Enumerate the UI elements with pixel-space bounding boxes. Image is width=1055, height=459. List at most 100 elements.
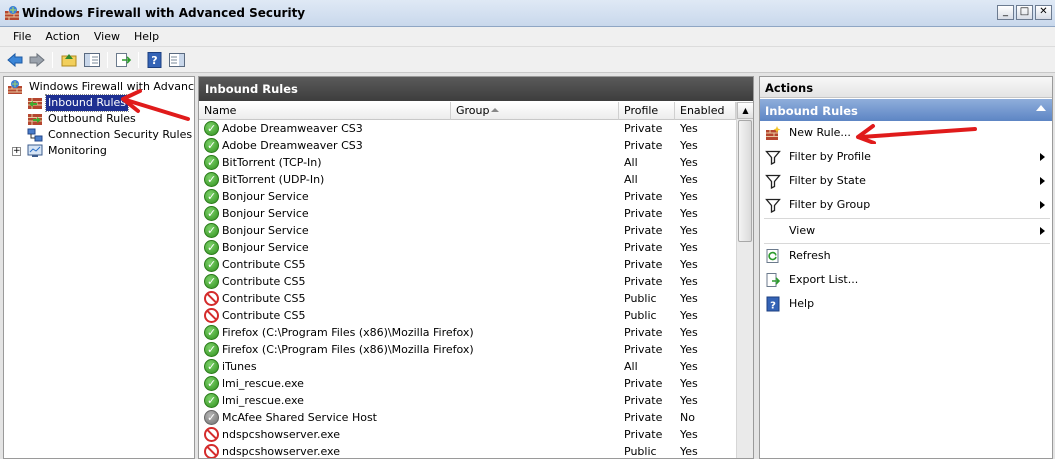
table-row[interactable]: Bonjour Service Private Yes: [199, 239, 736, 256]
cell-enabled: Yes: [680, 207, 698, 220]
table-row[interactable]: Adobe Dreamweaver CS3 Private Yes: [199, 137, 736, 154]
action-filter-by-group[interactable]: Filter by Group: [760, 194, 1052, 216]
table-row[interactable]: Bonjour Service Private Yes: [199, 222, 736, 239]
cell-name: lmi_rescue.exe: [222, 377, 304, 390]
tree-label-outbound-rules: Outbound Rules: [48, 112, 136, 125]
action-help[interactable]: ? Help: [760, 293, 1052, 315]
tree-item-monitoring[interactable]: + Monitoring: [12, 143, 194, 159]
table-row[interactable]: Contribute CS5 Private Yes: [199, 273, 736, 290]
action-refresh[interactable]: Refresh: [760, 245, 1052, 267]
action-filter-by-profile[interactable]: Filter by Profile: [760, 146, 1052, 168]
tree-root[interactable]: Windows Firewall with Advanced S: [7, 79, 194, 95]
action-export-list[interactable]: Export List...: [760, 269, 1052, 291]
cell-enabled: No: [680, 411, 695, 424]
export-list-icon[interactable]: [114, 51, 132, 69]
cell-name: lmi_rescue.exe: [222, 394, 304, 407]
menu-file[interactable]: File: [6, 27, 38, 46]
up-folder-icon[interactable]: [60, 51, 78, 69]
table-row[interactable]: ndspcshowserver.exe Public Yes: [199, 443, 736, 458]
tree-label-monitoring: Monitoring: [48, 144, 107, 157]
svg-text:?: ?: [770, 301, 776, 312]
collapse-caret-icon[interactable]: [1036, 105, 1046, 111]
action-view[interactable]: View: [760, 220, 1052, 242]
cell-enabled: Yes: [680, 292, 698, 305]
table-row[interactable]: McAfee Shared Service Host Private No: [199, 409, 736, 426]
cell-profile: Public: [624, 292, 657, 305]
minimize-button[interactable]: _: [997, 5, 1014, 20]
block-rule-icon: [204, 308, 219, 323]
table-row[interactable]: Adobe Dreamweaver CS3 Private Yes: [199, 120, 736, 137]
help-icon[interactable]: ?: [146, 51, 164, 69]
cell-name: Adobe Dreamweaver CS3: [222, 139, 363, 152]
cell-name: Contribute CS5: [222, 258, 306, 271]
show-hide-console-tree-icon[interactable]: [83, 51, 101, 69]
menu-help[interactable]: Help: [127, 27, 166, 46]
cell-profile: Private: [624, 224, 663, 237]
window-title: Windows Firewall with Advanced Security: [22, 6, 306, 20]
menu-action[interactable]: Action: [38, 27, 86, 46]
scroll-thumb[interactable]: [738, 120, 752, 242]
cell-name: ndspcshowserver.exe: [222, 445, 340, 458]
action-label: Help: [789, 297, 815, 310]
actions-section-inbound-rules[interactable]: Inbound Rules: [760, 99, 1052, 121]
table-row[interactable]: BitTorrent (TCP-In) All Yes: [199, 154, 736, 171]
submenu-arrow-icon: [1040, 201, 1045, 209]
submenu-arrow-icon: [1040, 177, 1045, 185]
table-row[interactable]: Bonjour Service Private Yes: [199, 188, 736, 205]
cell-name: Contribute CS5: [222, 309, 306, 322]
close-button[interactable]: ✕: [1035, 5, 1052, 20]
cell-name: Bonjour Service: [222, 207, 309, 220]
table-row[interactable]: iTunes All Yes: [199, 358, 736, 375]
back-icon[interactable]: [6, 51, 24, 69]
cell-enabled: Yes: [680, 173, 698, 186]
connection-security-icon: [27, 128, 43, 142]
show-hide-action-pane-icon[interactable]: [168, 51, 186, 69]
scroll-up-arrow-icon[interactable]: ▲: [737, 102, 753, 119]
column-header-group[interactable]: Group: [451, 102, 619, 120]
table-row[interactable]: ndspcshowserver.exe Private Yes: [199, 426, 736, 443]
tree-item-connection-security-rules[interactable]: Connection Security Rules: [27, 127, 194, 143]
maximize-button[interactable]: □: [1016, 5, 1033, 20]
tree-item-outbound-rules[interactable]: Outbound Rules: [27, 111, 194, 127]
column-header-name[interactable]: Name: [199, 102, 451, 120]
rules-vertical-scrollbar[interactable]: ▲: [736, 102, 753, 458]
table-row[interactable]: lmi_rescue.exe Private Yes: [199, 375, 736, 392]
table-row[interactable]: Firefox (C:\Program Files (x86)\Mozilla …: [199, 341, 736, 358]
cell-name: Firefox (C:\Program Files (x86)\Mozilla …: [222, 343, 474, 356]
table-row[interactable]: Contribute CS5 Public Yes: [199, 307, 736, 324]
cell-enabled: Yes: [680, 275, 698, 288]
action-filter-by-state[interactable]: Filter by State: [760, 170, 1052, 192]
table-row[interactable]: Contribute CS5 Public Yes: [199, 290, 736, 307]
table-row[interactable]: lmi_rescue.exe Private Yes: [199, 392, 736, 409]
action-label: View: [789, 224, 816, 237]
toolbar: ?: [0, 47, 1055, 73]
action-label: Refresh: [789, 249, 831, 262]
column-header-profile[interactable]: Profile: [619, 102, 675, 120]
forward-icon[interactable]: [28, 51, 46, 69]
allow-rule-icon: [204, 171, 219, 188]
cell-profile: Private: [624, 190, 663, 203]
table-row[interactable]: Firefox (C:\Program Files (x86)\Mozilla …: [199, 324, 736, 341]
filter-icon: [765, 198, 781, 213]
menu-bar: File Action View Help: [0, 27, 1055, 47]
cell-profile: Private: [624, 241, 663, 254]
menu-view[interactable]: View: [87, 27, 127, 46]
monitoring-expander[interactable]: +: [12, 147, 21, 156]
submenu-arrow-icon: [1040, 153, 1045, 161]
cell-enabled: Yes: [680, 122, 698, 135]
table-row[interactable]: Contribute CS5 Private Yes: [199, 256, 736, 273]
allow-rule-icon: [204, 375, 219, 392]
tree-item-inbound-rules[interactable]: Inbound Rules: [27, 94, 194, 112]
filter-icon: [765, 150, 781, 165]
actions-divider: [764, 218, 1050, 219]
disabled-rule-icon: [204, 409, 219, 426]
column-header-enabled[interactable]: Enabled: [675, 102, 736, 120]
cell-enabled: Yes: [680, 190, 698, 203]
cell-name: Contribute CS5: [222, 275, 306, 288]
action-new-rule[interactable]: New Rule...: [760, 122, 1052, 144]
cell-profile: All: [624, 173, 638, 186]
table-row[interactable]: BitTorrent (UDP-In) All Yes: [199, 171, 736, 188]
table-row[interactable]: Bonjour Service Private Yes: [199, 205, 736, 222]
allow-rule-icon: [204, 222, 219, 239]
allow-rule-icon: [204, 188, 219, 205]
